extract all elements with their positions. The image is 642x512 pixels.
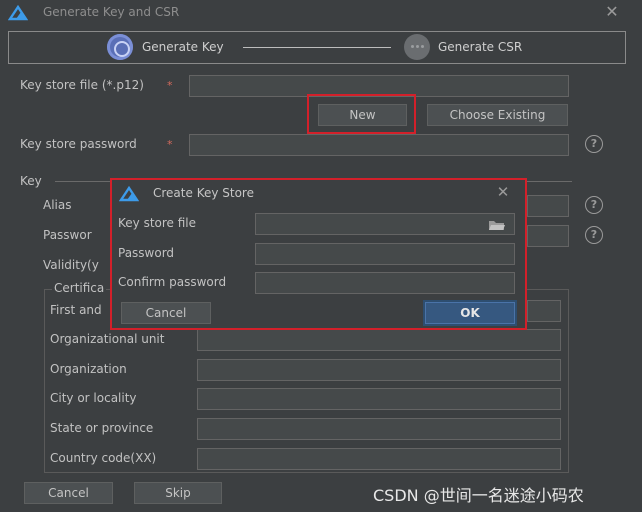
key-section-label: Key [20, 174, 42, 188]
required-mark: * [167, 79, 173, 92]
help-icon[interactable]: ? [585, 135, 603, 153]
help-icon[interactable]: ? [585, 226, 603, 244]
app-logo-icon [8, 5, 28, 21]
choose-existing-button[interactable]: Choose Existing [427, 104, 568, 126]
title-bar: Generate Key and CSR ✕ [0, 0, 642, 26]
state-label: State or province [50, 421, 154, 435]
dialog-password-input[interactable] [255, 243, 515, 265]
country-input[interactable] [197, 448, 561, 470]
create-key-store-dialog: Create Key Store ✕ Key store file Passwo… [110, 178, 527, 330]
watermark-text: CSDN @世间一名迷途小码农 [373, 486, 584, 505]
alias-label: Alias [43, 198, 72, 212]
city-input[interactable] [197, 388, 561, 410]
dialog-cancel-button[interactable]: Cancel [121, 302, 211, 324]
dialog-title: Create Key Store [153, 186, 254, 200]
city-label: City or locality [50, 391, 137, 405]
cancel-button[interactable]: Cancel [24, 482, 113, 504]
app-logo-icon [119, 186, 139, 202]
dialog-key-store-file-input[interactable] [255, 213, 515, 235]
dialog-confirm-password-input[interactable] [255, 272, 515, 294]
dialog-ok-button[interactable]: OK [425, 302, 515, 324]
new-button[interactable]: New [318, 104, 407, 126]
validity-label: Validity(y [43, 258, 99, 272]
dialog-confirm-password-label: Confirm password [118, 275, 227, 289]
key-store-password-label: Key store password [20, 137, 137, 151]
state-input[interactable] [197, 418, 561, 440]
key-store-file-label: Key store file (*.p12) [20, 78, 144, 92]
organization-label: Organization [50, 362, 127, 376]
close-icon[interactable]: ✕ [494, 183, 512, 201]
first-last-name-label: First and [50, 303, 102, 317]
step-generate-csr-label: Generate CSR [438, 40, 523, 54]
dialog-password-label: Password [118, 246, 175, 260]
step-generate-key-label: Generate Key [142, 40, 224, 54]
alias-input[interactable] [527, 195, 569, 217]
step-generate-key-icon [107, 34, 133, 60]
step-connector [243, 47, 391, 48]
organization-input[interactable] [197, 359, 561, 381]
folder-icon[interactable] [488, 219, 506, 231]
window-title: Generate Key and CSR [43, 5, 180, 19]
step-generate-csr-icon [404, 34, 430, 60]
password-label: Passwor [43, 228, 92, 242]
close-icon[interactable]: ✕ [603, 3, 621, 21]
organizational-unit-label: Organizational unit [50, 332, 165, 346]
key-store-password-input[interactable] [189, 134, 569, 156]
help-icon[interactable]: ? [585, 196, 603, 214]
required-mark: * [167, 138, 173, 151]
country-label: Country code(XX) [50, 451, 157, 465]
password-input[interactable] [527, 225, 569, 247]
skip-button[interactable]: Skip [134, 482, 222, 504]
first-last-name-input[interactable] [527, 300, 561, 322]
dialog-key-store-file-label: Key store file [118, 216, 197, 230]
organizational-unit-input[interactable] [197, 329, 561, 351]
certificate-label: Certifica [52, 281, 107, 295]
